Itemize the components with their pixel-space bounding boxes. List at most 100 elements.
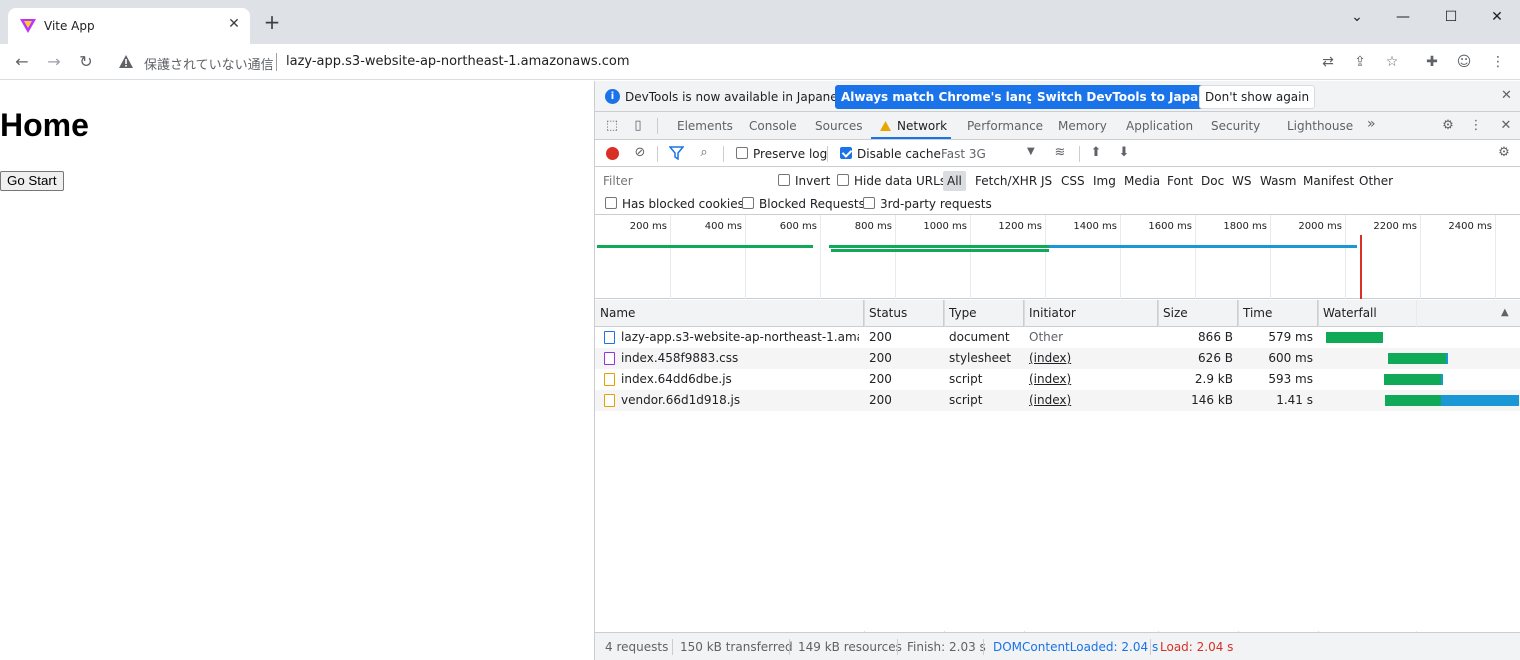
- network-conditions-icon[interactable]: ≋: [1051, 144, 1069, 162]
- export-har-icon[interactable]: ⬇: [1115, 144, 1133, 162]
- sort-ascending-icon[interactable]: ▲: [1501, 307, 1509, 318]
- filter-type-css[interactable]: CSS: [1061, 174, 1085, 188]
- import-har-icon[interactable]: ⬆: [1087, 144, 1105, 162]
- request-table-body: lazy-app.s3-website-ap-northeast-1.amaz.…: [595, 327, 1520, 631]
- tab-search-icon[interactable]: ⌄: [1340, 4, 1374, 30]
- tab-elements[interactable]: Elements: [677, 119, 733, 133]
- share-icon[interactable]: ⇪: [1350, 52, 1370, 72]
- bookmark-star-icon[interactable]: ☆: [1382, 52, 1402, 72]
- request-name[interactable]: lazy-app.s3-website-ap-northeast-1.amaz.…: [621, 327, 859, 348]
- column-header-type[interactable]: Type: [944, 300, 1024, 327]
- filter-type-doc[interactable]: Doc: [1201, 174, 1224, 188]
- filter-type-media[interactable]: Media: [1124, 174, 1160, 188]
- close-devtools-icon[interactable]: ✕: [1497, 117, 1515, 135]
- record-icon[interactable]: [606, 147, 619, 160]
- request-initiator[interactable]: (index): [1029, 390, 1153, 411]
- tab-application[interactable]: Application: [1126, 119, 1193, 133]
- invert-checkbox[interactable]: [778, 174, 790, 186]
- request-size: 2.9 kB: [1194, 372, 1233, 386]
- tab-sources[interactable]: Sources: [815, 119, 862, 133]
- tab-network[interactable]: Network: [897, 119, 947, 133]
- chevron-down-icon[interactable]: ▼: [1027, 146, 1035, 157]
- waterfall-bar[interactable]: [1384, 374, 1441, 385]
- toolbar-divider: [1079, 146, 1080, 162]
- filter-type-ws[interactable]: WS: [1232, 174, 1251, 188]
- waterfall-bar[interactable]: [1326, 332, 1383, 343]
- browser-tab[interactable]: Vite App ✕: [8, 8, 250, 44]
- column-header-status[interactable]: Status: [864, 300, 944, 327]
- overview-tick-label: 1600 ms: [1148, 221, 1192, 232]
- active-tab-indicator: [871, 137, 951, 139]
- filter-type-manifest[interactable]: Manifest: [1303, 174, 1354, 188]
- reload-button[interactable]: ↻: [74, 51, 98, 73]
- chrome-menu-icon[interactable]: ⋮: [1488, 52, 1508, 72]
- table-row[interactable]: lazy-app.s3-website-ap-northeast-1.amaz.…: [595, 327, 1520, 348]
- dont-show-again-button[interactable]: Don't show again: [1199, 85, 1316, 109]
- translate-icon[interactable]: ⇄: [1318, 52, 1338, 72]
- minimize-button[interactable]: —: [1386, 4, 1420, 30]
- tab-security[interactable]: Security: [1211, 119, 1260, 133]
- throttling-select[interactable]: Fast 3G: [941, 147, 986, 161]
- request-type: script: [949, 372, 983, 386]
- has-blocked-cookies-checkbox[interactable]: [605, 197, 617, 209]
- tab-lighthouse[interactable]: Lighthouse: [1287, 119, 1353, 133]
- disable-cache-checkbox[interactable]: [840, 147, 852, 159]
- security-status[interactable]: 保護されていない通信: [144, 54, 274, 73]
- column-header-initiator[interactable]: Initiator: [1024, 300, 1158, 327]
- tab-close-icon[interactable]: ✕: [226, 16, 242, 32]
- inspect-element-icon[interactable]: ⬚: [603, 117, 621, 135]
- infobar-close-icon[interactable]: ✕: [1501, 88, 1512, 103]
- request-name[interactable]: index.64dd6dbe.js: [621, 369, 859, 390]
- tab-performance[interactable]: Performance: [967, 119, 1043, 133]
- column-header-time[interactable]: Time: [1238, 300, 1318, 327]
- third-party-requests-checkbox[interactable]: [863, 197, 875, 209]
- address-bar[interactable]: lazy-app.s3-website-ap-northeast-1.amazo…: [286, 54, 630, 69]
- back-button[interactable]: ←: [10, 51, 34, 73]
- request-name[interactable]: index.458f9883.css: [621, 348, 859, 369]
- go-start-button[interactable]: Go Start: [0, 171, 64, 191]
- settings-gear-icon[interactable]: ⚙: [1439, 117, 1457, 135]
- request-initiator[interactable]: (index): [1029, 348, 1153, 369]
- filter-icon[interactable]: [669, 146, 684, 160]
- new-tab-button[interactable]: +: [262, 12, 282, 32]
- hide-data-urls-checkbox[interactable]: [837, 174, 849, 186]
- filter-type-other[interactable]: Other: [1359, 174, 1393, 188]
- tab-console[interactable]: Console: [749, 119, 797, 133]
- devtools-menu-icon[interactable]: ⋮: [1467, 117, 1485, 135]
- filter-input[interactable]: [601, 171, 765, 190]
- column-header-waterfall[interactable]: Waterfall: [1318, 300, 1520, 327]
- device-toolbar-icon[interactable]: ▯: [629, 117, 647, 135]
- column-header-name[interactable]: Name: [595, 300, 864, 327]
- filter-type-js[interactable]: JS: [1041, 174, 1052, 188]
- request-name[interactable]: vendor.66d1d918.js: [621, 390, 859, 411]
- preserve-log-checkbox[interactable]: [736, 147, 748, 159]
- network-settings-gear-icon[interactable]: ⚙: [1495, 144, 1513, 162]
- request-initiator[interactable]: (index): [1029, 369, 1153, 390]
- search-icon[interactable]: ⌕: [695, 144, 713, 162]
- table-row[interactable]: index.64dd6dbe.js 200 script (index) 2.9…: [595, 369, 1520, 390]
- profile-avatar-icon[interactable]: ☺: [1454, 52, 1474, 72]
- waterfall-bar[interactable]: [1385, 395, 1441, 406]
- status-transferred: 150 kB transferred: [680, 640, 793, 654]
- table-row[interactable]: index.458f9883.css 200 stylesheet (index…: [595, 348, 1520, 369]
- warning-icon[interactable]: [118, 54, 134, 70]
- script-file-icon: [604, 394, 615, 407]
- network-overview-timeline[interactable]: 200 ms 400 ms 600 ms 800 ms 1000 ms 1200…: [595, 215, 1520, 299]
- blocked-requests-checkbox[interactable]: [742, 197, 754, 209]
- filter-type-img[interactable]: Img: [1093, 174, 1116, 188]
- filter-type-fetch-xhr[interactable]: Fetch/XHR: [975, 174, 1037, 188]
- maximize-button[interactable]: ☐: [1434, 4, 1468, 30]
- column-header-size[interactable]: Size: [1158, 300, 1238, 327]
- close-window-button[interactable]: ✕: [1480, 4, 1514, 30]
- filter-type-wasm[interactable]: Wasm: [1260, 174, 1296, 188]
- table-row[interactable]: vendor.66d1d918.js 200 script (index) 14…: [595, 390, 1520, 411]
- overview-tick-label: 2000 ms: [1298, 221, 1342, 232]
- more-tabs-icon[interactable]: »: [1367, 116, 1376, 132]
- tab-memory[interactable]: Memory: [1058, 119, 1107, 133]
- waterfall-bar[interactable]: [1388, 353, 1446, 364]
- clear-icon[interactable]: ⊘: [631, 144, 649, 162]
- filter-type-font[interactable]: Font: [1167, 174, 1193, 188]
- forward-button[interactable]: →: [42, 51, 66, 73]
- extensions-icon[interactable]: ✚: [1422, 52, 1442, 72]
- filter-type-all[interactable]: All: [943, 171, 966, 191]
